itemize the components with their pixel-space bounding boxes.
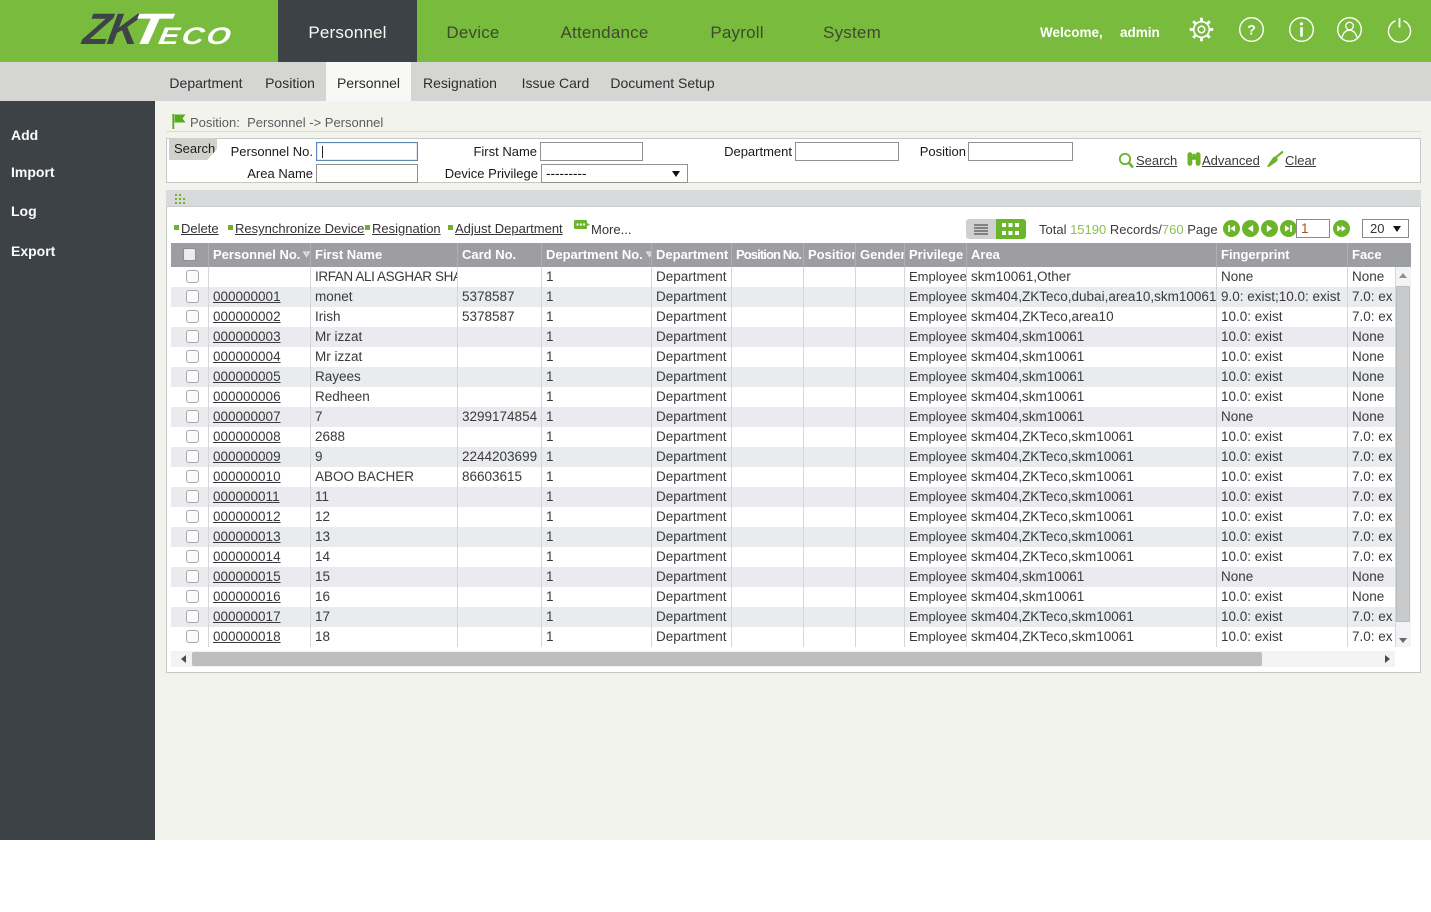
svg-text:?: ? [1247,22,1256,38]
